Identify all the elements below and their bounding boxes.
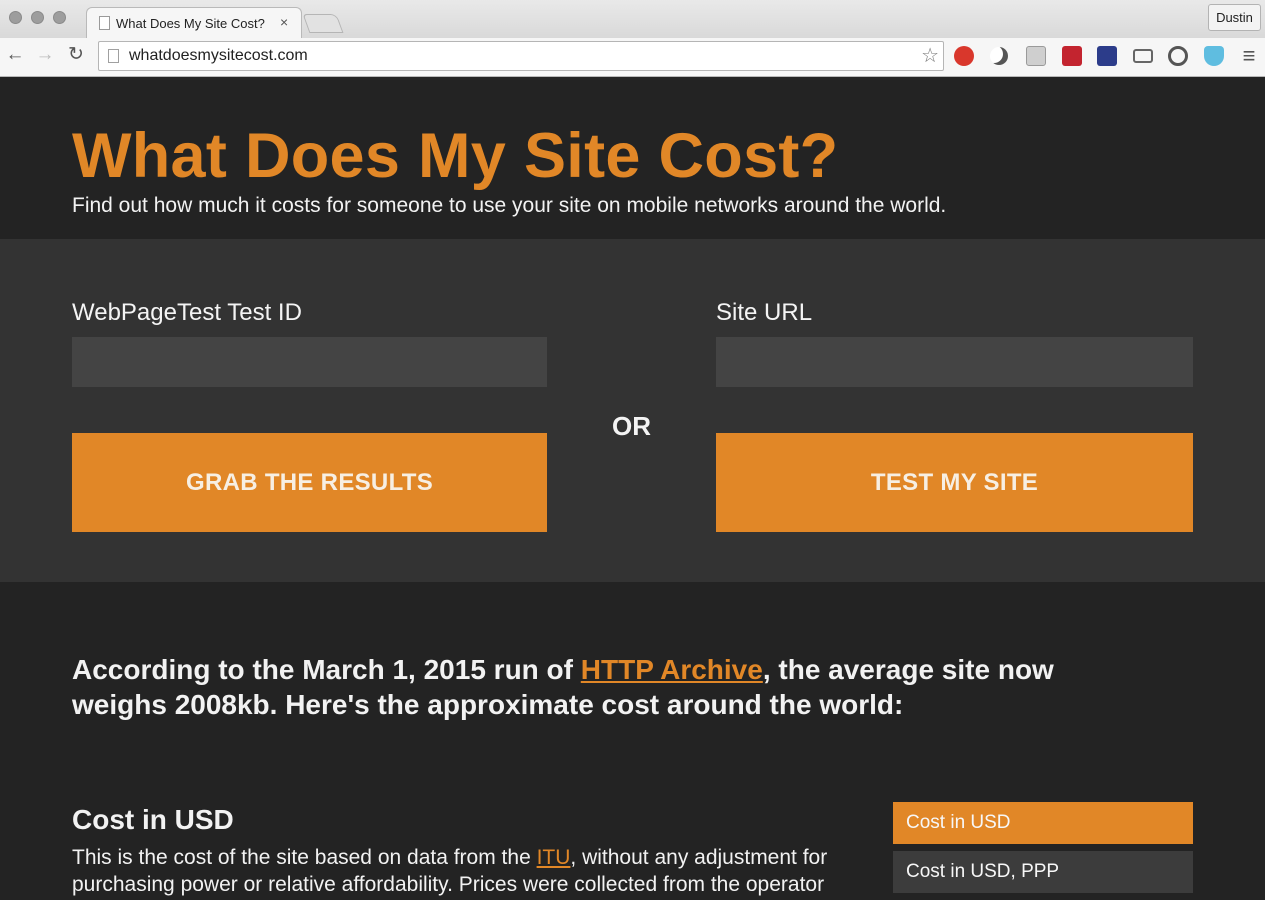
summary-prefix: According to the March 1, 2015 run of: [72, 654, 581, 685]
tab-close-icon[interactable]: ×: [280, 15, 288, 29]
address-url[interactable]: whatdoesmysitecost.com: [129, 47, 308, 65]
http-archive-link[interactable]: HTTP Archive: [581, 654, 763, 685]
browser-tab[interactable]: What Does My Site Cost? ×: [86, 7, 302, 38]
test-form: WebPageTest Test ID Site URL OR GRAB THE…: [0, 239, 1265, 582]
page-title: What Does My Site Cost?: [72, 121, 839, 191]
address-bar[interactable]: whatdoesmysitecost.com ☆: [98, 41, 944, 71]
moon-extension-icon[interactable]: [990, 47, 1008, 65]
test-id-input[interactable]: [72, 337, 547, 387]
window-close-dot[interactable]: [9, 11, 22, 24]
section-title: Cost in USD: [72, 804, 234, 835]
window-zoom-dot[interactable]: [53, 11, 66, 24]
page-content: What Does My Site Cost? Find out how muc…: [0, 77, 1265, 900]
new-tab-button[interactable]: [302, 14, 344, 33]
results-summary: According to the March 1, 2015 run of HT…: [72, 652, 1152, 722]
page-tagline: Find out how much it costs for someone t…: [72, 194, 947, 217]
window-minimize-dot[interactable]: [31, 11, 44, 24]
tab-cost-usd[interactable]: Cost in USD: [893, 802, 1193, 844]
profile-button[interactable]: Dustin: [1208, 4, 1261, 31]
browser-tab-strip: What Does My Site Cost? × Dustin: [0, 0, 1265, 38]
or-divider: OR: [612, 411, 651, 441]
browser-toolbar: ← → ↻ whatdoesmysitecost.com ☆ ≡: [0, 38, 1265, 77]
test-id-label: WebPageTest Test ID: [72, 299, 302, 326]
rss-extension-icon[interactable]: [1062, 46, 1082, 66]
site-url-input[interactable]: [716, 337, 1193, 387]
cast-icon[interactable]: [1133, 49, 1153, 63]
image-extension-icon[interactable]: [1097, 46, 1117, 66]
adblock-extension-icon[interactable]: [954, 46, 974, 66]
section-description: This is the cost of the site based on da…: [72, 844, 862, 898]
reload-icon[interactable]: ↻: [65, 44, 87, 66]
desc-prefix: This is the cost of the site based on da…: [72, 846, 537, 869]
grab-results-button[interactable]: GRAB THE RESULTS: [72, 433, 547, 532]
forward-arrow-icon[interactable]: →: [34, 44, 56, 66]
tab-cost-usd-ppp[interactable]: Cost in USD, PPP: [893, 851, 1193, 893]
test-my-site-button[interactable]: TEST MY SITE: [716, 433, 1193, 532]
page-icon: [99, 16, 110, 30]
results-section: According to the March 1, 2015 run of HT…: [0, 582, 1265, 900]
page-icon: [108, 49, 119, 63]
back-arrow-icon[interactable]: ←: [4, 44, 26, 66]
site-url-label: Site URL: [716, 299, 813, 326]
bird-extension-icon[interactable]: [1204, 46, 1224, 66]
bookmark-star-icon[interactable]: ☆: [921, 44, 939, 68]
sync-extension-icon[interactable]: [1168, 46, 1188, 66]
tab-title: What Does My Site Cost?: [116, 16, 265, 31]
itu-link[interactable]: ITU: [537, 846, 571, 869]
hero-section: What Does My Site Cost? Find out how muc…: [0, 77, 1265, 239]
menu-icon[interactable]: ≡: [1238, 45, 1260, 67]
linkedin-extension-icon[interactable]: [1026, 46, 1046, 66]
